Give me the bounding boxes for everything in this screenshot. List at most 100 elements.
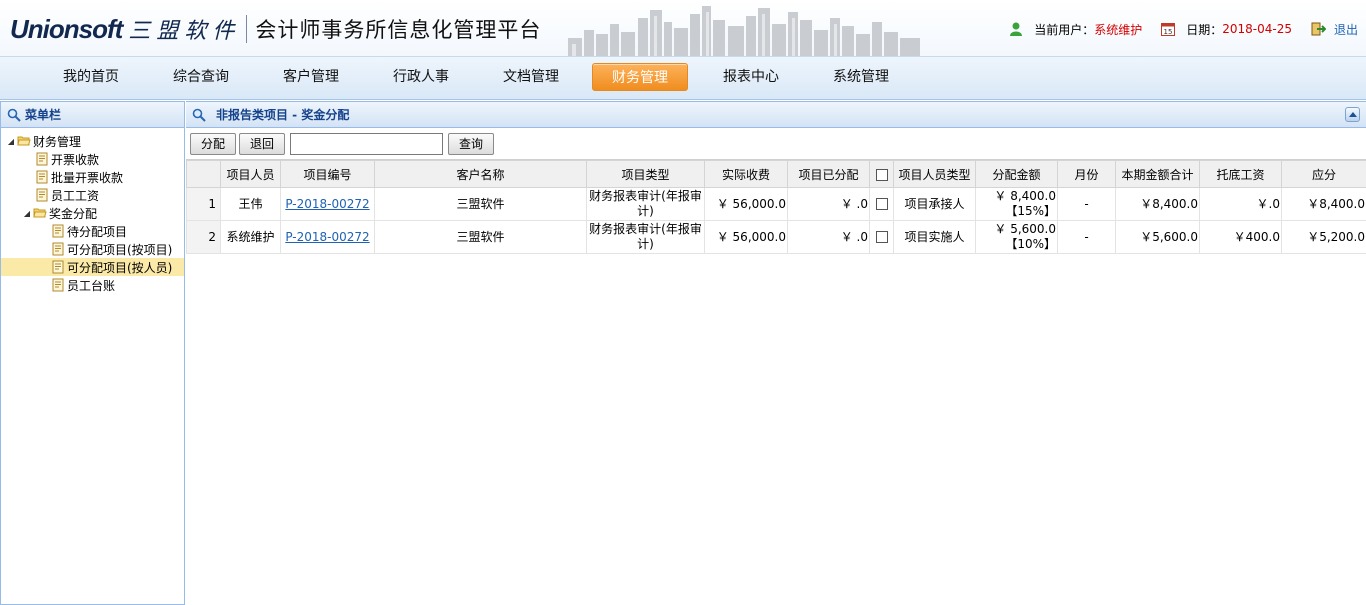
cell-fee: ￥ 56,000.0 xyxy=(704,187,788,221)
col-fee[interactable]: 实际收费 xyxy=(704,160,788,188)
expand-arrow-icon[interactable]: ◢ xyxy=(5,137,17,146)
nav-documents[interactable]: 文档管理 xyxy=(483,63,579,91)
table-header-row: 项目人员 项目编号 客户名称 项目类型 实际收费 项目已分配 项目人员类型 分配… xyxy=(186,160,1366,188)
date-value: 2018-04-25 xyxy=(1222,22,1292,36)
col-due[interactable]: 应分 xyxy=(1281,160,1366,188)
select-all-checkbox[interactable] xyxy=(869,160,894,188)
tree-node-bonus[interactable]: ◢ 奖金分配 xyxy=(1,204,184,222)
tree-label: 员工台账 xyxy=(67,278,116,293)
folder-open-icon xyxy=(33,208,47,218)
document-icon xyxy=(52,224,64,238)
tree-node-salary[interactable]: 员工工资 xyxy=(1,186,184,204)
logo-cn: 三盟软件 xyxy=(128,19,241,44)
user-icon xyxy=(1010,22,1023,36)
allocation-table: 项目人员 项目编号 客户名称 项目类型 实际收费 项目已分配 项目人员类型 分配… xyxy=(186,160,1366,254)
date-label: 日期： xyxy=(1186,22,1223,37)
project-link[interactable]: P-2018-00272 xyxy=(285,230,369,244)
document-icon xyxy=(36,188,48,202)
nav-query[interactable]: 综合查询 xyxy=(153,63,249,91)
cell-period-total: ￥8,400.0 xyxy=(1115,187,1200,221)
document-icon xyxy=(52,278,64,292)
nav-finance[interactable]: 财务管理 xyxy=(592,63,688,91)
main-header: 非报告类项目 - 奖金分配 xyxy=(186,102,1366,128)
sidebar-title: 菜单栏 xyxy=(25,108,62,122)
logout-icon[interactable] xyxy=(1310,21,1326,37)
cell-base-salary: ￥.0 xyxy=(1199,187,1282,221)
cell-period-total: ￥5,600.0 xyxy=(1115,220,1200,254)
cell-client: 三盟软件 xyxy=(374,187,587,221)
svg-text:15: 15 xyxy=(1164,28,1173,36)
tree-label: 可分配项目(按项目) xyxy=(67,242,173,257)
tree-node-invoice[interactable]: 开票收款 xyxy=(1,150,184,168)
col-person[interactable]: 项目人员 xyxy=(220,160,281,188)
cell-project-type: 财务报表审计(年报审计) xyxy=(586,220,705,254)
nav-system[interactable]: 系统管理 xyxy=(813,63,909,91)
tree-node-by-project[interactable]: 可分配项目(按项目) xyxy=(1,240,184,258)
nav-customer[interactable]: 客户管理 xyxy=(263,63,359,91)
cell-project-type: 财务报表审计(年报审计) xyxy=(586,187,705,221)
cell-base-salary: ￥400.0 xyxy=(1199,220,1282,254)
cell-person: 系统维护 xyxy=(220,220,281,254)
tree-node-pending[interactable]: 待分配项目 xyxy=(1,222,184,240)
current-user-value: 系统维护 xyxy=(1094,22,1143,37)
col-project-type[interactable]: 项目类型 xyxy=(586,160,705,188)
return-button[interactable]: 退回 xyxy=(239,132,286,155)
project-link[interactable]: P-2018-00272 xyxy=(285,197,369,211)
document-icon xyxy=(36,152,48,166)
tree-label: 奖金分配 xyxy=(49,206,98,221)
table-row[interactable]: 2 系统维护 P-2018-00272 三盟软件 财务报表审计(年报审计) ￥ … xyxy=(186,220,1366,254)
col-project-no[interactable]: 项目编号 xyxy=(280,160,375,188)
cell-allocated: ￥ .0 xyxy=(787,220,870,254)
col-client[interactable]: 客户名称 xyxy=(374,160,587,188)
nav-hr[interactable]: 行政人事 xyxy=(373,63,469,91)
search-input[interactable] xyxy=(290,132,444,155)
col-month[interactable]: 月份 xyxy=(1057,160,1116,188)
table-row[interactable]: 1 王伟 P-2018-00272 三盟软件 财务报表审计(年报审计) ￥ 56… xyxy=(186,187,1366,221)
main-nav: 我的首页 综合查询 客户管理 行政人事 文档管理 财务管理 报表中心 系统管理 xyxy=(0,57,1366,100)
cell-allocated: ￥ .0 xyxy=(787,187,870,221)
col-base-salary[interactable]: 托底工资 xyxy=(1199,160,1282,188)
cell-select[interactable] xyxy=(869,187,894,221)
col-person-type[interactable]: 项目人员类型 xyxy=(893,160,976,188)
tree-node-ledger[interactable]: 员工台账 xyxy=(1,276,184,294)
logo-en: Unionsoft xyxy=(10,13,123,44)
tree-node-finance[interactable]: ◢ 财务管理 xyxy=(1,132,184,150)
cell-client: 三盟软件 xyxy=(374,220,587,254)
tree-label: 批量开票收款 xyxy=(51,170,124,185)
row-checkbox[interactable] xyxy=(875,198,888,210)
menu-tree: ◢ 财务管理 开票收款 批量开票收款 员工工资 ◢ 奖金分配 待分配项目 可分配… xyxy=(1,128,184,294)
row-checkbox[interactable] xyxy=(875,231,888,243)
expand-arrow-icon[interactable]: ◢ xyxy=(21,209,33,218)
col-allocated[interactable]: 项目已分配 xyxy=(787,160,870,188)
distribute-button[interactable]: 分配 xyxy=(190,132,237,155)
tree-label: 开票收款 xyxy=(51,152,100,167)
cell-person-type: 项目承接人 xyxy=(893,187,976,221)
checkbox[interactable] xyxy=(875,168,888,181)
logout-link[interactable]: 退出 xyxy=(1334,21,1358,38)
search-icon xyxy=(192,108,206,122)
user-bar: 当前用户： 系统维护 15 日期： 2018-04-25 退出 xyxy=(1008,20,1366,38)
cell-select[interactable] xyxy=(869,220,894,254)
col-period-total[interactable]: 本期金额合计 xyxy=(1115,160,1200,188)
tree-node-by-person[interactable]: 可分配项目(按人员) xyxy=(1,258,184,276)
search-icon xyxy=(7,108,21,122)
col-amount[interactable]: 分配金额 xyxy=(975,160,1058,188)
query-button[interactable]: 查询 xyxy=(448,132,495,155)
tree-node-batch-invoice[interactable]: 批量开票收款 xyxy=(1,168,184,186)
document-icon xyxy=(52,260,64,274)
app-header: Unionsoft 三盟软件 会计师事务所信息化管理平台 当前用户： 系统维护 … xyxy=(0,0,1366,57)
skyline-decoration xyxy=(568,6,920,56)
nav-home[interactable]: 我的首页 xyxy=(43,63,139,91)
cell-project-no: P-2018-00272 xyxy=(280,187,375,221)
folder-open-icon xyxy=(17,136,31,146)
tree-label: 可分配项目(按人员) xyxy=(67,260,173,275)
cell-fee: ￥ 56,000.0 xyxy=(704,220,788,254)
document-icon xyxy=(36,170,48,184)
cell-due: ￥8,400.0 xyxy=(1281,187,1366,221)
cell-month: - xyxy=(1057,187,1116,221)
cell-due: ￥5,200.0 xyxy=(1281,220,1366,254)
tree-label: 员工工资 xyxy=(51,188,100,203)
document-icon xyxy=(52,242,64,256)
collapse-up-icon[interactable] xyxy=(1345,107,1360,122)
nav-reports[interactable]: 报表中心 xyxy=(703,63,799,91)
